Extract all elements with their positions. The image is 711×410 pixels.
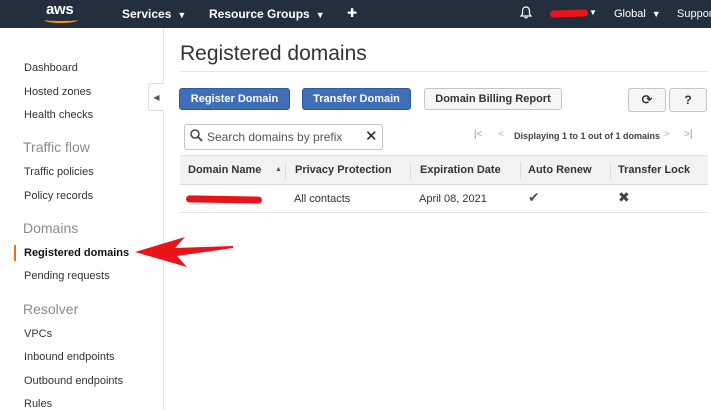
- chevron-down-icon: ▼: [651, 9, 661, 19]
- chevron-left-icon: ◀: [153, 92, 160, 102]
- column-divider: [285, 162, 286, 180]
- pin-icon[interactable]: ✚: [347, 6, 357, 20]
- column-divider: [410, 162, 411, 180]
- column-header-auto-renew[interactable]: Auto Renew: [528, 164, 592, 176]
- sidebar-item-rules[interactable]: Rules: [24, 398, 52, 410]
- column-divider: [610, 162, 611, 180]
- region-label: Global: [614, 8, 646, 20]
- expiration-date-cell: April 08, 2021: [419, 193, 487, 205]
- search-box: ✕: [184, 124, 383, 150]
- bell-icon[interactable]: [519, 6, 533, 22]
- sidebar-item-registered-domains[interactable]: Registered domains: [24, 247, 129, 259]
- clear-search-icon[interactable]: ✕: [365, 127, 378, 145]
- column-header-expiration-date[interactable]: Expiration Date: [420, 164, 501, 176]
- account-name-redacted[interactable]: [549, 9, 589, 18]
- help-button[interactable]: ?: [669, 88, 707, 112]
- chevron-down-icon: ▼: [589, 8, 597, 17]
- aws-logo[interactable]: aws: [46, 1, 74, 18]
- sidebar-item-inbound-endpoints[interactable]: Inbound endpoints: [24, 351, 115, 363]
- column-divider: [520, 162, 521, 180]
- sidebar-item-traffic-policies[interactable]: Traffic policies: [24, 166, 94, 178]
- refresh-button[interactable]: ⟳: [628, 88, 666, 112]
- column-header-transfer-lock[interactable]: Transfer Lock: [618, 164, 690, 176]
- region-selector[interactable]: Global ▼: [614, 8, 661, 20]
- active-item-indicator: [14, 245, 16, 261]
- search-icon: [190, 129, 203, 145]
- page-title: Registered domains: [180, 42, 367, 65]
- aws-logo-smile: [44, 17, 78, 23]
- sidebar-heading-traffic-flow: Traffic flow: [23, 139, 90, 155]
- domain-name-redacted-link[interactable]: [185, 195, 263, 204]
- sidebar-item-hosted-zones[interactable]: Hosted zones: [24, 86, 91, 98]
- resource-groups-menu[interactable]: Resource Groups ▼: [209, 7, 325, 21]
- sidebar-item-policy-records[interactable]: Policy records: [24, 190, 93, 202]
- previous-page-icon[interactable]: <: [498, 129, 504, 140]
- checkmark-icon: ✔: [528, 189, 540, 205]
- services-label: Services: [122, 7, 172, 21]
- search-input[interactable]: [207, 129, 357, 145]
- cross-icon: ✖: [618, 189, 630, 205]
- resource-groups-label: Resource Groups: [209, 7, 310, 21]
- pagination-status: Displaying 1 to 1 out of 1 domains: [514, 131, 661, 141]
- transfer-domain-button[interactable]: Transfer Domain: [302, 88, 411, 110]
- register-domain-button[interactable]: Register Domain: [179, 88, 290, 110]
- top-navigation-bar: aws Services ▼ Resource Groups ▼ ✚ ▼ Globa…: [0, 0, 711, 28]
- help-icon: ?: [684, 93, 692, 107]
- sidebar-item-pending-requests[interactable]: Pending requests: [24, 270, 110, 282]
- sidebar-collapse-button[interactable]: ◀: [148, 83, 164, 111]
- sort-ascending-icon[interactable]: ▲: [275, 166, 282, 173]
- chevron-down-icon: ▼: [315, 10, 325, 20]
- privacy-protection-cell: All contacts: [294, 193, 351, 205]
- sidebar-item-health-checks[interactable]: Health checks: [24, 109, 93, 121]
- sidebar-heading-resolver: Resolver: [23, 301, 79, 317]
- domain-billing-report-button[interactable]: Domain Billing Report: [424, 88, 562, 110]
- column-header-domain-name[interactable]: Domain Name: [188, 164, 261, 176]
- last-page-icon[interactable]: >|: [684, 129, 693, 140]
- annotation-arrow: [135, 237, 233, 267]
- refresh-icon: ⟳: [641, 92, 653, 107]
- column-header-privacy-protection[interactable]: Privacy Protection: [295, 164, 392, 176]
- sidebar-heading-domains: Domains: [23, 220, 79, 236]
- chevron-down-icon: ▼: [177, 10, 187, 20]
- sidebar-item-outbound-endpoints[interactable]: Outbound endpoints: [24, 375, 123, 387]
- next-page-icon[interactable]: >: [664, 129, 670, 140]
- first-page-icon[interactable]: |<: [474, 129, 483, 140]
- services-menu[interactable]: Services ▼: [122, 7, 186, 21]
- support-menu[interactable]: Suppor: [677, 8, 711, 20]
- title-divider: [180, 71, 708, 72]
- sidebar-item-vpcs[interactable]: VPCs: [24, 328, 52, 340]
- sidebar-item-dashboard[interactable]: Dashboard: [24, 62, 78, 74]
